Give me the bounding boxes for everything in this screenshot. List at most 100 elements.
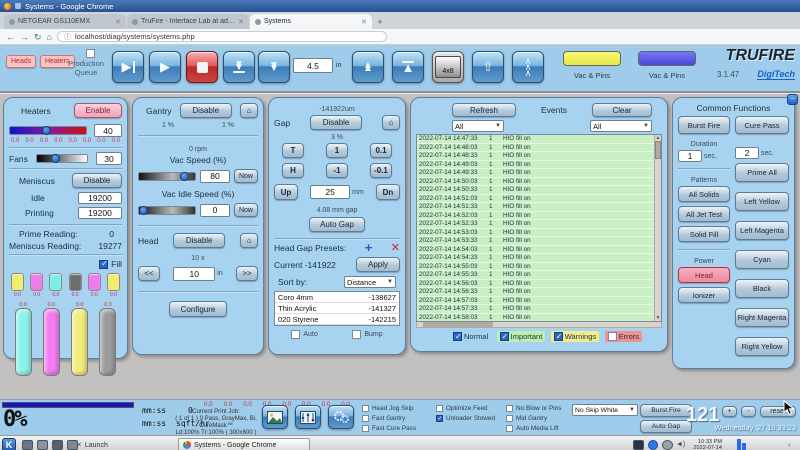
feed-up-to-limit-button[interactable]: ▲ [392,51,424,83]
event-row[interactable]: 2022-07-14 14:49:03 1 HIO fill on [417,160,654,169]
head-home-button[interactable]: ⌂ [239,233,258,248]
ionizer-button[interactable]: Ionizer [678,287,731,303]
tray-display-icon[interactable] [633,440,644,450]
black-button[interactable]: Black [735,279,789,298]
event-filter-checkbox[interactable] [607,332,617,341]
add-preset-icon[interactable]: + [365,241,373,254]
right-magenta-button[interactable]: Right Magenta [735,308,789,327]
status-checkbox-item[interactable]: Mid Gantry [506,414,561,422]
preset-auto-checkbox[interactable] [291,330,301,339]
launch-button[interactable]: ✕ Launch [76,441,108,450]
cure-duration-input[interactable]: 2 [735,147,760,159]
event-row[interactable]: 2022-07-14 14:58:03 1 HIO fill on [417,313,654,321]
fans-value[interactable]: 30 [96,152,122,165]
tray-volume-icon[interactable]: ◄) [676,441,685,448]
event-row[interactable]: 2022-07-14 14:54:03 1 HIO fill on [417,245,654,254]
vac-pins-yellow-indicator[interactable] [563,51,621,66]
gap-plus1-button[interactable]: 1 [326,143,348,158]
left-yellow-button[interactable]: Left Yellow [735,192,789,211]
status-checkbox-item[interactable]: Fast Gantry [362,414,416,422]
status-checkbox-item[interactable]: Fast Cure Pass [362,424,416,432]
media-settings-button[interactable] [295,405,321,429]
feed-down-fast-button[interactable]: ▼ ▼ [258,51,290,83]
reload-icon[interactable]: ↻ [34,32,42,42]
vac-idle-value[interactable]: 0 [200,203,230,217]
heater-temp-value[interactable]: 40 [94,124,122,137]
status-checkbox-item[interactable]: Unloader Stowed [436,414,495,422]
scrollbar-thumb[interactable] [655,141,661,159]
tab-systems[interactable]: Systems ✕ [250,14,372,29]
event-filter-checkbox[interactable] [499,332,509,341]
all-jet-test-button[interactable]: All Jet Test [678,206,731,222]
preset-bump-checkbox[interactable] [352,330,362,339]
cyan-button[interactable]: Cyan [735,250,789,269]
side-panel-toggle[interactable]: − [787,94,798,105]
printing-value[interactable]: 19200 [78,207,122,219]
event-row[interactable]: 2022-07-14 14:49:33 1 HIO fill on [417,169,654,178]
cure-pass-button[interactable]: Cure Pass [735,116,789,134]
ink-swatch[interactable]: 0.0 [68,273,82,298]
event-row[interactable]: 2022-07-14 14:56:33 1 HIO fill on [417,288,654,297]
vac-idle-slider[interactable] [138,205,196,215]
jog-distance-input[interactable]: 10 [173,266,216,281]
close-tab-icon[interactable]: ✕ [238,18,244,26]
status-checkbox-item[interactable]: Optimize Feed [436,404,495,412]
tab-trufire[interactable]: TruFire - Interface Lab at admin ✕ [127,14,249,29]
heater-temp-slider[interactable] [9,126,87,135]
event-filter-checkbox[interactable] [453,332,462,341]
vac-speed-now-button[interactable]: Now [234,169,258,183]
stop-button[interactable] [186,51,218,83]
gap-up-button[interactable]: Up [274,184,298,200]
forward-icon[interactable]: → [20,32,29,42]
ink-tank[interactable]: 0.0 [14,302,32,376]
event-row[interactable]: 2022-07-14 14:53:03 1 HIO fill on [417,228,654,237]
counter-minus-button[interactable]: - [741,406,756,417]
event-row[interactable]: 2022-07-14 14:51:03 1 HIO fill on [417,194,654,203]
event-row[interactable]: 2022-07-14 14:57:03 1 HIO fill on [417,296,654,305]
all-solids-button[interactable]: All Solids [678,186,731,202]
gap-minus01-button[interactable]: -0.1 [370,163,392,178]
event-row[interactable]: 2022-07-14 14:52:33 1 HIO fill on [417,220,654,229]
ink-swatch[interactable]: 0.0 [106,273,120,298]
gap-plus01-button[interactable]: 0.1 [370,143,392,158]
preset-row[interactable]: Coro 4mm -138627 [275,292,399,303]
fill-checkbox[interactable] [99,259,109,269]
configure-button[interactable]: Configure [169,301,227,317]
skip-white-dropdown[interactable]: No Skip White ▼ [572,404,638,416]
event-filter[interactable]: Normal [450,331,491,342]
event-row[interactable]: 2022-07-14 14:54:33 1 HIO fill on [417,254,654,263]
tray-clock[interactable]: 10:33 PM 2022-07-14 [688,439,722,450]
right-yellow-button[interactable]: Right Yellow [735,337,789,356]
taskbar-app-icon[interactable] [22,440,33,450]
event-row[interactable]: 2022-07-14 14:53:33 1 HIO fill on [417,237,654,246]
vac-idle-now-button[interactable]: Now [234,203,258,217]
fans-slider[interactable] [35,154,88,163]
counter-plus-button[interactable]: + [722,406,737,417]
feed-up-fast-button[interactable]: ▲ ▲ [352,51,384,83]
gantry-home-button[interactable]: ⌂ [239,103,258,118]
heaters-enable-button[interactable]: Enable [74,103,122,118]
status-checkbox-item[interactable]: Auto Media Lift [506,424,561,432]
prime-all-button[interactable]: Prime All [735,163,789,182]
start-menu-button[interactable]: K [2,438,16,450]
events-list[interactable]: ▲ ▼ 2022-07-14 14:47:33 1 HIO fill on 20… [416,134,662,322]
event-row[interactable]: 2022-07-14 14:55:03 1 HIO fill on [417,262,654,271]
left-magenta-button[interactable]: Left Magenta [735,221,789,240]
event-row[interactable]: 2022-07-14 14:48:33 1 HIO fill on [417,152,654,161]
scroll-down-icon[interactable]: ▼ [655,315,661,321]
vac-speed-slider[interactable] [138,171,196,181]
solid-fill-button[interactable]: Solid Fill [678,226,731,242]
gap-minus1-button[interactable]: -1 [326,163,348,178]
event-row[interactable]: 2022-07-14 14:50:33 1 HIO fill on [417,186,654,195]
status-checkbox-item[interactable]: Head Jog Skip [362,404,416,412]
event-row[interactable]: 2022-07-14 14:47:33 1 HIO fill on [417,135,654,144]
gap-disable-button[interactable]: Disable [310,115,363,130]
scrollbar-thumb[interactable] [423,322,493,327]
preview-image-button[interactable] [262,405,288,429]
gantry-disable-button[interactable]: Disable [179,103,232,118]
gap-home-button[interactable]: ⌂ [381,115,400,130]
event-filter[interactable]: Important [496,331,546,342]
events-vertical-scrollbar[interactable]: ▲ ▼ [654,135,661,321]
gap-home-pos-button[interactable]: H [282,163,304,178]
head-up-button[interactable]: ⇧ [472,51,504,83]
